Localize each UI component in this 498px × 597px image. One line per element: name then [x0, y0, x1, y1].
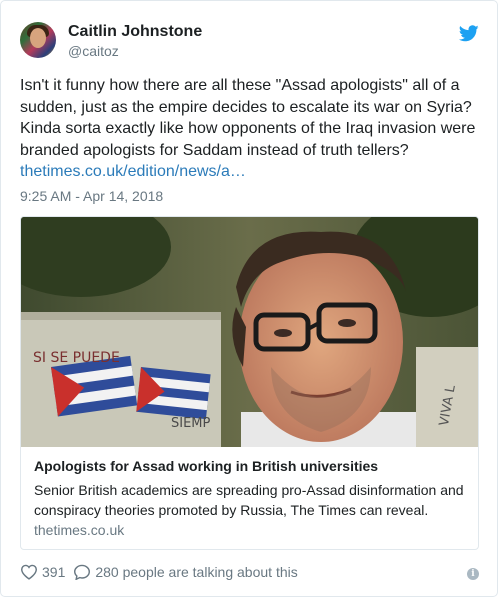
- talking-count[interactable]: 280 people are talking about this: [95, 564, 297, 580]
- mural-text-2: SIEMP: [171, 416, 211, 431]
- author-handle[interactable]: @caitoz: [68, 43, 119, 59]
- card-image: SI SE PUEDE SIEMP VIVA L: [21, 217, 478, 447]
- card-description: Senior British academics are spreading p…: [34, 482, 464, 518]
- mural-text-1: SI SE PUEDE: [33, 350, 120, 366]
- author-avatar[interactable]: [20, 22, 56, 58]
- tweet-link[interactable]: thetimes.co.uk/edition/news/a…: [20, 163, 246, 180]
- comment-bubble-icon[interactable]: [73, 564, 91, 580]
- tweet-timestamp[interactable]: 9:25 AM - Apr 14, 2018: [20, 188, 163, 204]
- tweet-text: Isn't it funny how there are all these "…: [20, 75, 482, 183]
- tweet-actions: 391 280 people are talking about this: [20, 564, 298, 580]
- link-card[interactable]: SI SE PUEDE SIEMP VIVA L Apologists for …: [20, 216, 479, 550]
- embedded-tweet: Caitlin Johnstone @caitoz Isn't it funny…: [0, 0, 498, 597]
- like-count[interactable]: 391: [42, 564, 65, 580]
- twitter-bird-icon[interactable]: [459, 25, 479, 42]
- card-domain[interactable]: thetimes.co.uk: [34, 522, 124, 538]
- card-title[interactable]: Apologists for Assad working in British …: [34, 458, 378, 474]
- author-name[interactable]: Caitlin Johnstone: [68, 23, 202, 41]
- heart-icon[interactable]: [20, 564, 38, 580]
- tweet-body: Isn't it funny how there are all these "…: [20, 77, 476, 159]
- info-icon[interactable]: i: [467, 568, 479, 580]
